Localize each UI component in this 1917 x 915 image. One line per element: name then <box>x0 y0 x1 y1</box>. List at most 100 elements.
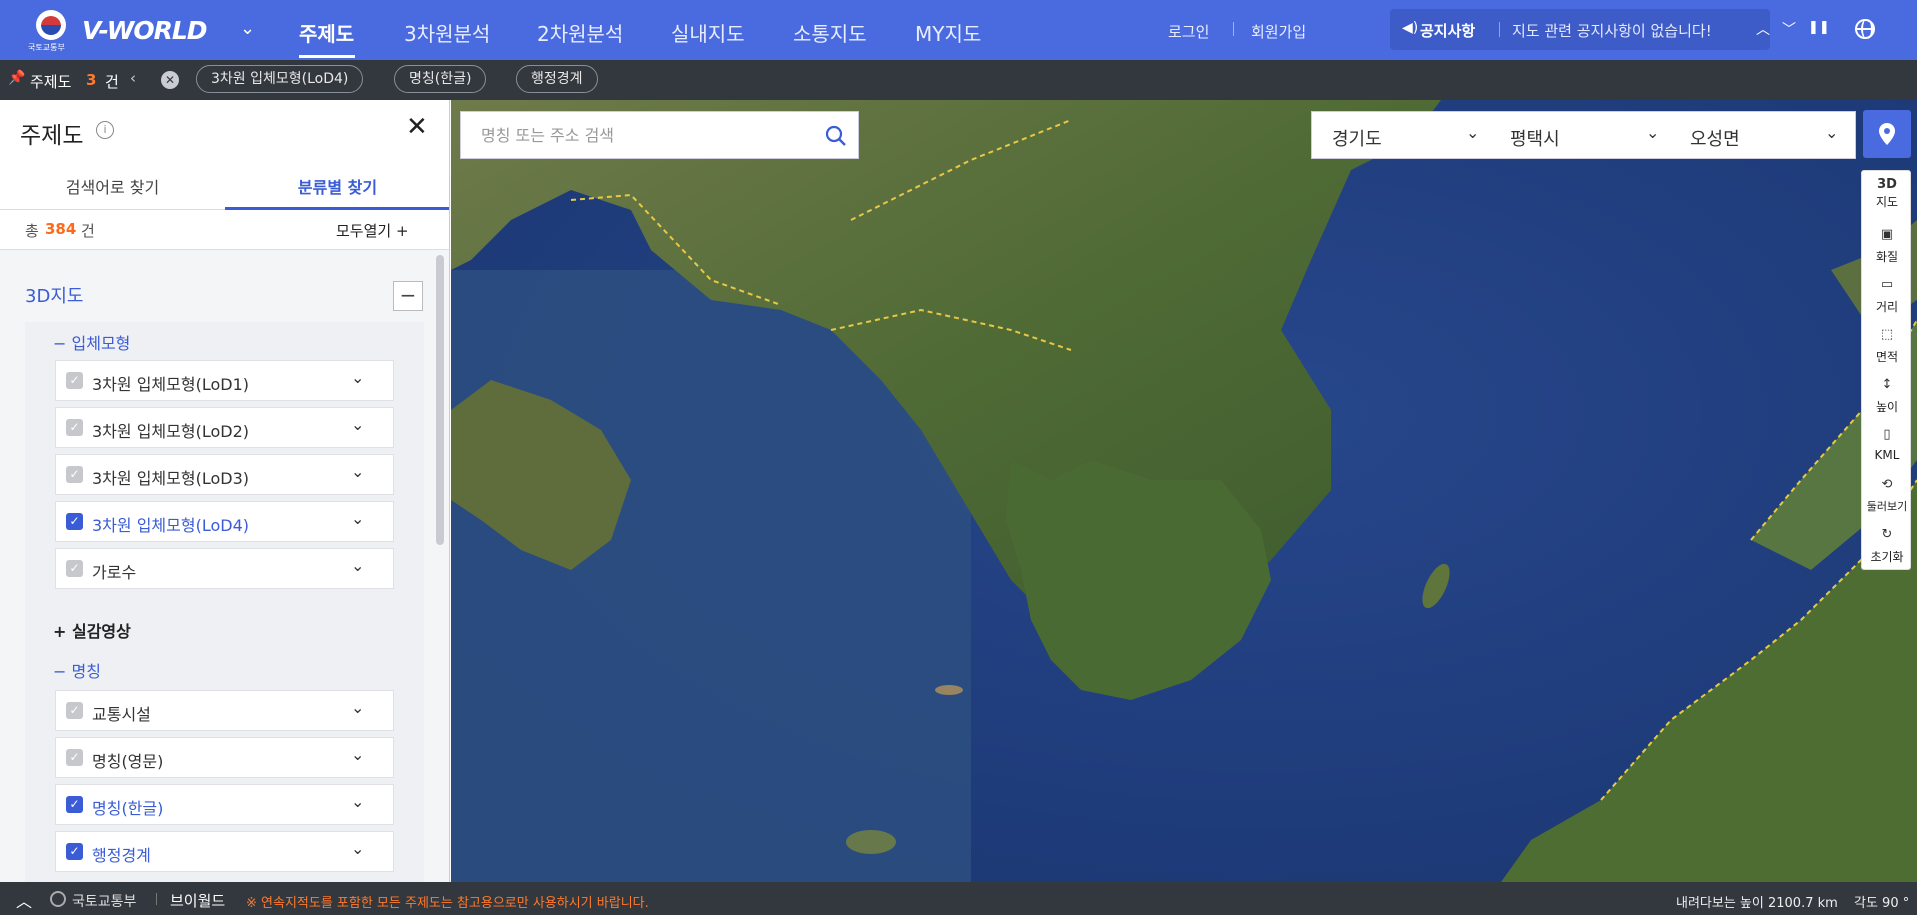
signup-link[interactable]: 회원가입 <box>1251 21 1306 42</box>
tool-reset[interactable]: ↻ 초기화 <box>1862 521 1912 571</box>
layer-label: 행정경계 <box>92 846 151 865</box>
orbit-icon: ⟲ <box>1881 477 1893 492</box>
chevron-down-icon[interactable]: ⌄ <box>351 839 364 858</box>
view-angle: 각도 90 ° <box>1854 896 1910 911</box>
location-pin-icon <box>1879 123 1895 145</box>
checkbox[interactable]: ✓ <box>66 560 83 577</box>
section-3d-map[interactable]: 3D지도 <box>25 282 83 308</box>
vworld-logo[interactable]: V-WORLD <box>82 16 208 45</box>
tool-distance[interactable]: ▭ 거리 <box>1862 271 1912 321</box>
nav-thematic-map[interactable]: 주제도 <box>299 18 354 47</box>
list-item[interactable]: ✓ 3차원 입체모형(LoD1) ⌄ <box>55 360 394 401</box>
checkbox-checked[interactable]: ✓ <box>66 843 83 860</box>
ministry-seal-logo[interactable] <box>36 10 66 40</box>
chevron-up-icon[interactable]: ︿ <box>1756 19 1770 39</box>
chevron-down-icon[interactable]: ⌄ <box>351 368 364 387</box>
list-item[interactable]: ✓ 행정경계 ⌄ <box>55 831 394 872</box>
tool-look-around[interactable]: ⟲ 둘러보기 <box>1862 471 1912 521</box>
search-icon[interactable] <box>825 125 847 147</box>
close-icon[interactable]: ✕ <box>406 112 428 142</box>
pin-icon[interactable]: 📌 <box>8 70 25 86</box>
checkbox[interactable]: ✓ <box>66 702 83 719</box>
layer-chip[interactable]: 명칭(한글) <box>394 65 487 93</box>
tool-height[interactable]: ↕ 높이 <box>1862 371 1912 421</box>
list-item[interactable]: ✓ 3차원 입체모형(LoD2) ⌄ <box>55 407 394 448</box>
checkbox-checked[interactable]: ✓ <box>66 513 83 530</box>
chevron-up-icon[interactable]: ︿ <box>16 888 32 912</box>
group-label: 실감영상 <box>71 622 131 641</box>
nav-3d-analysis[interactable]: 3차원분석 <box>404 18 490 47</box>
total-prefix: 총 <box>25 222 39 240</box>
top-navigation-bar: 국토교통부 V-WORLD ⌄ 주제도 3차원분석 2차원분석 실내지도 소통지… <box>0 0 1917 60</box>
nav-community-map[interactable]: 소통지도 <box>793 18 867 47</box>
chevron-down-icon[interactable]: ⌄ <box>1646 123 1659 142</box>
nav-indoor-map[interactable]: 실내지도 <box>671 18 745 47</box>
chevron-down-icon[interactable]: ⌄ <box>351 745 364 764</box>
expand-all-button[interactable]: 모두열기 + <box>336 220 409 241</box>
quality-icon: ▣ <box>1880 227 1894 242</box>
notice-text[interactable]: 지도 관련 공지사항이 없습니다! <box>1512 20 1712 41</box>
town-select[interactable]: 오성면 <box>1690 125 1740 151</box>
nav-2d-analysis[interactable]: 2차원분석 <box>537 18 623 47</box>
scrollbar-thumb[interactable] <box>436 255 444 545</box>
list-item[interactable]: ✓ 명칭(한글) ⌄ <box>55 784 394 825</box>
tab-search-by-keyword[interactable]: 검색어로 찾기 <box>0 174 225 198</box>
map-tool-palette: 3D 지도 ▣ 화질 ▭ 거리 ⬚ 면적 ↕ 높이 ▯ KML ⟲ 둘러보기 ↻… <box>1861 170 1911 570</box>
chevron-down-icon[interactable]: ⌄ <box>1466 123 1479 142</box>
chevron-left-icon[interactable]: ‹ <box>130 69 136 87</box>
tool-kml[interactable]: ▯ KML <box>1862 421 1912 471</box>
area-icon: ⬚ <box>1880 327 1894 342</box>
list-item[interactable]: ✓ 교통시설 ⌄ <box>55 690 394 731</box>
checkbox[interactable]: ✓ <box>66 749 83 766</box>
notice-label[interactable]: 공지사항 <box>1420 20 1475 41</box>
selected-layers-title: 주제도 <box>30 73 72 91</box>
chevron-down-icon[interactable]: ⌄ <box>240 18 255 39</box>
footer-ministry[interactable]: 국토교통부 <box>72 891 136 911</box>
globe-icon[interactable] <box>1855 19 1875 39</box>
tool-quality[interactable]: ▣ 화질 <box>1862 221 1912 271</box>
file-icon: ▯ <box>1883 427 1891 442</box>
chevron-down-icon[interactable]: ⌄ <box>351 415 364 434</box>
checkbox[interactable]: ✓ <box>66 372 83 389</box>
tool-3d-map[interactable]: 3D 지도 <box>1862 171 1912 221</box>
minus-icon: − <box>53 334 67 353</box>
chevron-down-icon[interactable]: ﹀ <box>1782 19 1796 39</box>
search-input[interactable] <box>481 126 811 145</box>
nav-my-map[interactable]: MY지도 <box>915 18 981 47</box>
province-select[interactable]: 경기도 <box>1332 125 1382 151</box>
checkbox[interactable]: ✓ <box>66 419 83 436</box>
tool-label: 면적 <box>1875 350 1899 364</box>
satellite-map-image <box>451 100 1917 882</box>
chevron-down-icon[interactable]: ⌄ <box>351 698 364 717</box>
chevron-down-icon[interactable]: ⌄ <box>351 556 364 575</box>
tool-area[interactable]: ⬚ 면적 <box>1862 321 1912 371</box>
login-link[interactable]: 로그인 <box>1168 21 1209 42</box>
map-search-box[interactable] <box>460 111 859 159</box>
pause-icon[interactable]: ❚❚ <box>1808 20 1830 35</box>
layer-chip[interactable]: 행정경계 <box>516 65 598 93</box>
tab-search-by-category[interactable]: 분류별 찾기 <box>225 174 449 198</box>
info-icon[interactable]: i <box>96 121 114 139</box>
chevron-down-icon[interactable]: ⌄ <box>351 792 364 811</box>
group-solid-model[interactable]: − 입체모형 <box>53 330 130 354</box>
group-names[interactable]: − 명칭 <box>53 658 101 682</box>
list-item[interactable]: ✓ 명칭(영문) ⌄ <box>55 737 394 778</box>
checkbox-checked[interactable]: ✓ <box>66 796 83 813</box>
clear-all-icon[interactable]: ✕ <box>161 71 179 89</box>
footer-brand[interactable]: 브이월드 <box>170 890 225 911</box>
layer-chip[interactable]: 3차원 입체모형(LoD4) <box>196 65 364 93</box>
list-item[interactable]: ✓ 가로수 ⌄ <box>55 548 394 589</box>
checkbox[interactable]: ✓ <box>66 466 83 483</box>
my-location-button[interactable] <box>1863 110 1911 158</box>
tool-label: 초기화 <box>1870 550 1904 564</box>
city-select[interactable]: 평택시 <box>1510 125 1560 151</box>
collapse-section-button[interactable]: − <box>393 281 423 311</box>
chevron-down-icon[interactable]: ⌄ <box>351 462 364 481</box>
list-item[interactable]: ✓ 3차원 입체모형(LoD3) ⌄ <box>55 454 394 495</box>
satellite-map-canvas[interactable] <box>451 100 1917 882</box>
list-item[interactable]: ✓ 3차원 입체모형(LoD4) ⌄ <box>55 501 394 542</box>
layer-label: 3차원 입체모형(LoD1) <box>92 375 249 394</box>
chevron-down-icon[interactable]: ⌄ <box>351 509 364 528</box>
chevron-down-icon[interactable]: ⌄ <box>1825 123 1838 142</box>
group-realistic-imagery[interactable]: + 실감영상 <box>53 618 131 642</box>
